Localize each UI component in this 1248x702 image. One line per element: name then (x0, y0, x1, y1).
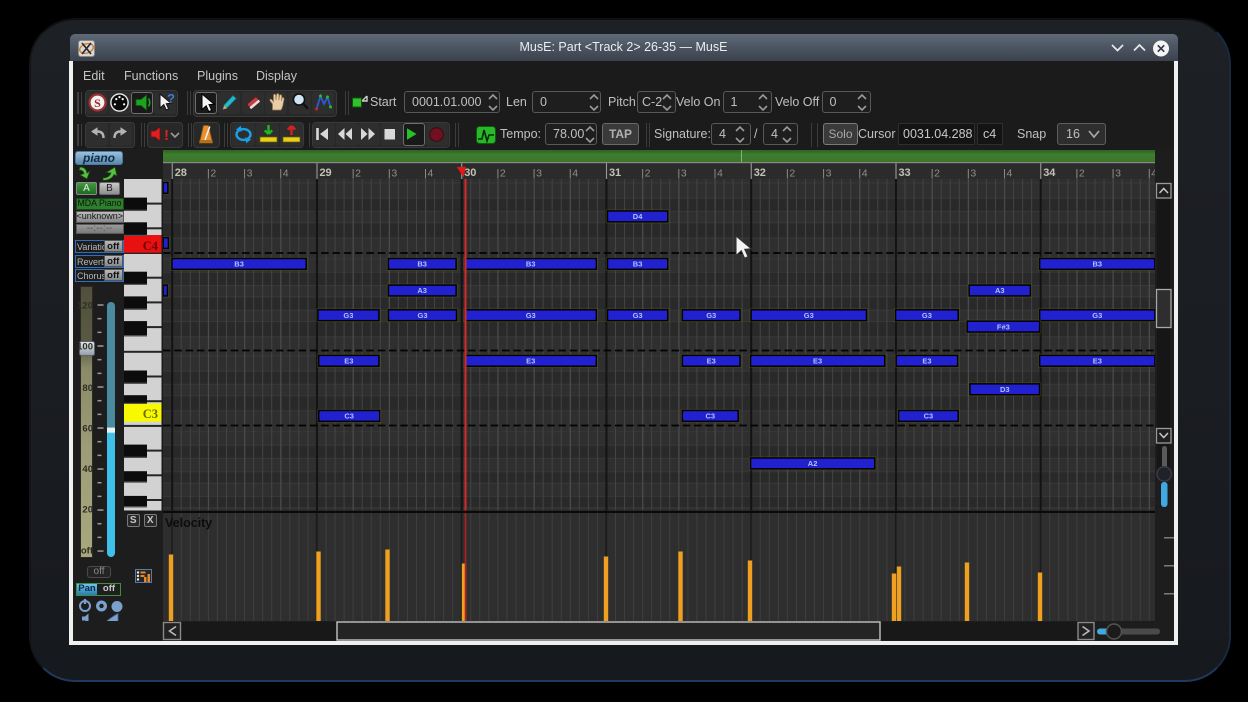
svg-text:60: 60 (82, 424, 93, 435)
svg-text:E3: E3 (707, 357, 716, 366)
svg-text:C3: C3 (924, 412, 934, 421)
svg-text:B3: B3 (633, 260, 643, 269)
svg-text:33: 33 (898, 167, 910, 179)
svg-text:F#3: F#3 (997, 322, 1010, 331)
svg-text:100: 100 (77, 342, 93, 353)
svg-text:E3: E3 (344, 357, 353, 366)
svg-text:2: 2 (355, 167, 361, 179)
svg-text:A2: A2 (808, 459, 818, 468)
svg-text:B3: B3 (417, 260, 427, 269)
svg-text:A3: A3 (995, 286, 1005, 295)
svg-text:34: 34 (1043, 167, 1056, 179)
svg-text:Velocity: Velocity (165, 516, 212, 530)
svg-text:?: ? (167, 92, 175, 106)
svg-text:G3: G3 (526, 311, 536, 320)
svg-text:G3: G3 (1092, 311, 1102, 320)
svg-text:C3: C3 (143, 407, 158, 421)
svg-text:2: 2 (1079, 167, 1085, 179)
svg-text:G3: G3 (706, 311, 716, 320)
svg-text:4: 4 (862, 167, 868, 179)
svg-text:G3: G3 (343, 311, 353, 320)
svg-text:4: 4 (1007, 167, 1013, 179)
svg-text:2: 2 (500, 167, 506, 179)
svg-text:3: 3 (970, 167, 976, 179)
svg-text:B3: B3 (234, 260, 244, 269)
svg-text:E3: E3 (813, 357, 822, 366)
svg-text:D4: D4 (633, 212, 643, 221)
svg-text:32: 32 (754, 167, 766, 179)
svg-text:3: 3 (536, 167, 542, 179)
svg-text:29: 29 (319, 167, 331, 179)
svg-text:C3: C3 (706, 412, 716, 421)
svg-text:4: 4 (428, 167, 434, 179)
svg-text:30: 30 (464, 167, 476, 179)
svg-text:120: 120 (77, 301, 93, 312)
svg-text:C4: C4 (143, 239, 159, 253)
svg-text:3: 3 (826, 167, 832, 179)
svg-text:40: 40 (82, 464, 93, 475)
svg-text:20: 20 (82, 505, 93, 516)
svg-text:3: 3 (681, 167, 687, 179)
svg-text:2: 2 (934, 167, 940, 179)
svg-text:!: ! (164, 127, 169, 144)
svg-text:2: 2 (789, 167, 795, 179)
svg-text:G3: G3 (633, 311, 643, 320)
svg-text:B3: B3 (1093, 260, 1103, 269)
svg-text:3: 3 (247, 167, 253, 179)
svg-text:E3: E3 (526, 357, 535, 366)
svg-text:80: 80 (82, 383, 93, 394)
svg-text:2: 2 (210, 167, 216, 179)
svg-text:31: 31 (609, 167, 621, 179)
svg-text:E3: E3 (922, 357, 931, 366)
svg-text:A3: A3 (417, 286, 427, 295)
svg-text:off: off (81, 546, 94, 557)
svg-text:28: 28 (175, 167, 187, 179)
svg-text:G3: G3 (922, 311, 932, 320)
svg-text:G3: G3 (417, 311, 427, 320)
svg-text:S: S (94, 96, 101, 110)
svg-text:G3: G3 (804, 311, 814, 320)
svg-text:3: 3 (391, 167, 397, 179)
svg-text:4: 4 (572, 167, 578, 179)
svg-text:D3: D3 (1000, 385, 1010, 394)
svg-text:4: 4 (717, 167, 723, 179)
svg-text:4: 4 (283, 167, 289, 179)
svg-text:B3: B3 (526, 260, 536, 269)
svg-text:2: 2 (645, 167, 651, 179)
svg-text:C3: C3 (344, 412, 354, 421)
svg-text:3: 3 (1115, 167, 1121, 179)
svg-text:E3: E3 (1093, 357, 1102, 366)
